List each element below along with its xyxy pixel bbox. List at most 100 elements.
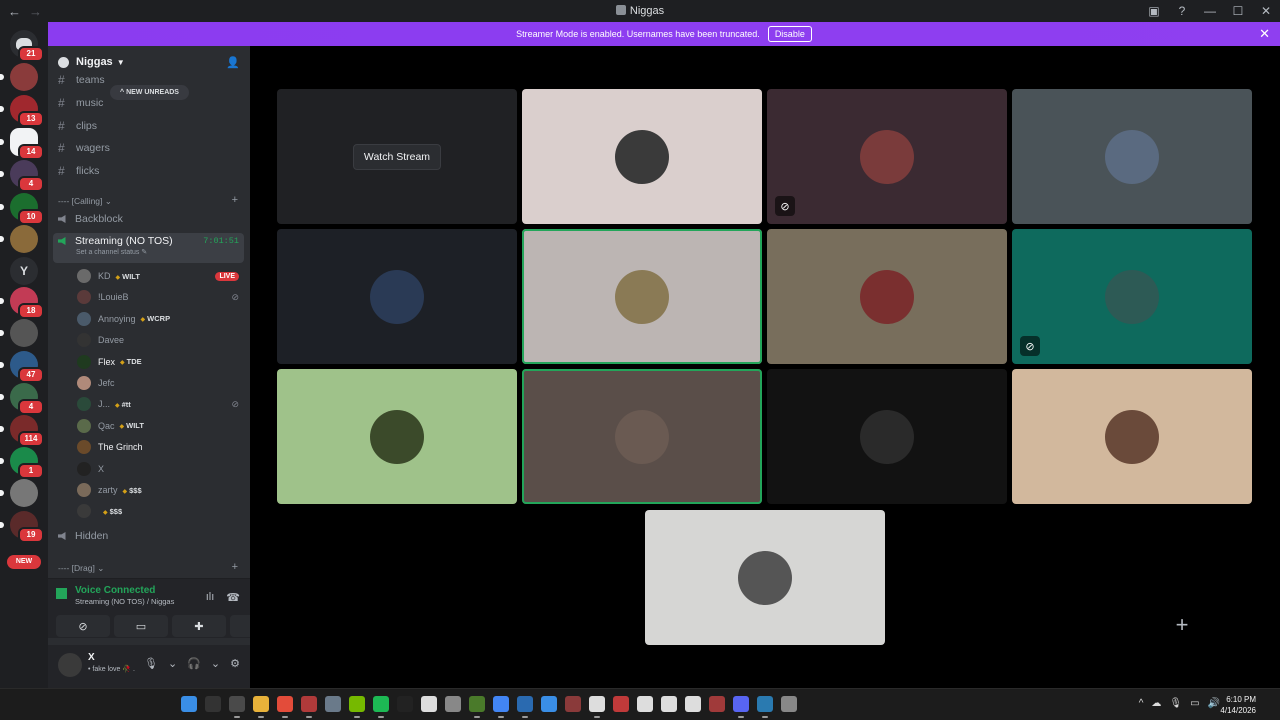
server-icon[interactable]: 18	[0, 287, 44, 319]
network-icon[interactable]: ▭	[1190, 698, 1199, 709]
voice-status[interactable]: Voice Connected	[75, 585, 174, 596]
taskbar-app-icon[interactable]	[277, 696, 293, 718]
server-icon[interactable]: 114	[0, 415, 44, 447]
participant-tile[interactable]: ⊘	[1012, 229, 1252, 364]
taskbar-app-icon[interactable]	[541, 696, 557, 712]
text-channel-wagers[interactable]: # wagers	[58, 140, 110, 156]
back-arrow-icon[interactable]: ←	[8, 4, 21, 19]
taskbar-app-icon[interactable]	[685, 696, 701, 712]
taskbar-app-icon[interactable]	[589, 696, 605, 718]
inbox-icon[interactable]: ▣	[1146, 4, 1162, 18]
voice-member[interactable]: KD WILT LIVE	[77, 268, 239, 284]
taskbar-app-icon[interactable]	[733, 696, 749, 718]
minimize-button[interactable]: —	[1202, 4, 1218, 18]
taskbar-app-icon[interactable]	[469, 696, 485, 718]
taskbar-app-icon[interactable]	[781, 696, 797, 712]
taskbar-app-icon[interactable]	[397, 696, 413, 712]
taskbar-app-icon[interactable]	[373, 696, 389, 718]
new-servers-badge[interactable]: NEW	[7, 555, 41, 569]
forward-arrow-icon[interactable]: →	[29, 4, 42, 19]
stream-tile[interactable]: Watch Stream	[277, 89, 517, 224]
taskbar-app-icon[interactable]	[565, 696, 581, 712]
participant-tile[interactable]	[277, 369, 517, 504]
participant-tile[interactable]: ⊘	[767, 89, 1007, 224]
avatar[interactable]	[58, 653, 82, 677]
voice-channel-hidden[interactable]: Hidden	[58, 530, 108, 542]
participant-tile[interactable]	[277, 229, 517, 364]
server-icon[interactable]: 4	[0, 160, 44, 192]
server-icon[interactable]: 1	[0, 447, 44, 479]
search-icon[interactable]	[205, 696, 221, 712]
server-icon[interactable]: 13	[0, 95, 44, 127]
microphone-icon[interactable]: 🎙	[144, 657, 158, 670]
chevron-down-icon[interactable]: ⌄	[211, 657, 220, 670]
participant-tile[interactable]	[767, 369, 1007, 504]
maximize-button[interactable]: ☐	[1230, 4, 1246, 18]
volume-icon[interactable]: 🔊	[1208, 698, 1220, 709]
participant-tile[interactable]	[1012, 89, 1252, 224]
text-channel-clips[interactable]: # clips	[58, 118, 97, 134]
taskbar-app-icon[interactable]	[349, 696, 365, 718]
text-channel-flicks[interactable]: # flicks	[58, 163, 99, 179]
disable-button[interactable]: Disable	[767, 26, 812, 42]
voice-member[interactable]: zarty $$$	[77, 482, 239, 498]
category-drag[interactable]: ---- [Drag] ⌄	[58, 563, 104, 574]
invite-icon[interactable]: 👤	[226, 56, 240, 69]
user-status[interactable]: • fake love 🥀 .	[88, 665, 135, 673]
microphone-icon[interactable]: 🎙	[1169, 698, 1182, 709]
server-icon[interactable]: 14	[0, 128, 44, 160]
noise-suppression-icon[interactable]: ılı	[206, 591, 215, 604]
voice-member[interactable]: !LouieB ⊘	[77, 289, 239, 305]
taskbar-app-icon[interactable]	[637, 696, 653, 712]
voice-member[interactable]: J... #tt ⊘	[77, 396, 239, 412]
help-icon[interactable]: ?	[1174, 4, 1190, 18]
taskbar-app-icon[interactable]	[325, 696, 341, 712]
participant-tile[interactable]	[522, 89, 762, 224]
server-icon[interactable]: 4	[0, 383, 44, 415]
server-icon[interactable]	[0, 225, 38, 253]
participant-tile[interactable]	[645, 510, 885, 645]
taskbar-app-icon[interactable]	[613, 696, 629, 712]
close-icon[interactable]: ✕	[1259, 26, 1270, 42]
text-channel-teams[interactable]: # teams	[58, 72, 105, 88]
taskbar-app-icon[interactable]	[757, 696, 773, 718]
voice-member[interactable]: X	[77, 461, 239, 477]
taskbar-app-icon[interactable]	[229, 696, 245, 718]
participant-tile[interactable]	[522, 369, 762, 504]
voice-member[interactable]: Annoying WCRP	[77, 311, 239, 327]
taskbar-app-icon[interactable]	[301, 696, 317, 718]
cloud-icon[interactable]: ☁	[1151, 698, 1161, 709]
participant-tile[interactable]	[522, 229, 762, 364]
add-channel-icon[interactable]: +	[232, 561, 238, 573]
home-button[interactable]: 21	[10, 30, 44, 62]
gear-icon[interactable]: ⚙	[230, 657, 240, 670]
taskbar-app-icon[interactable]	[709, 696, 725, 712]
chevron-up-icon[interactable]: ^	[1139, 698, 1144, 709]
watch-stream-button[interactable]: Watch Stream	[352, 143, 442, 170]
participant-tile[interactable]	[767, 229, 1007, 364]
chevron-down-icon[interactable]: ⌄	[168, 657, 177, 670]
user-name[interactable]: X	[88, 652, 95, 663]
add-icon[interactable]: +	[1171, 614, 1193, 636]
start-icon[interactable]	[181, 696, 197, 712]
voice-channel-streaming[interactable]: Streaming (NO TOS) 7:01:51 Set a channel…	[53, 233, 244, 263]
new-unreads-pill[interactable]: ^ NEW UNREADS	[110, 85, 189, 100]
taskbar-app-icon[interactable]	[253, 696, 269, 718]
disconnect-icon[interactable]: ☎	[226, 591, 240, 604]
server-icon[interactable]	[0, 319, 38, 347]
add-channel-icon[interactable]: +	[232, 194, 238, 206]
signal-icon[interactable]	[56, 588, 67, 599]
camera-off-button[interactable]: ⊘	[56, 615, 110, 637]
server-icon[interactable]	[0, 479, 38, 507]
server-icon[interactable]: 47	[0, 351, 44, 383]
server-icon[interactable]: Y	[10, 257, 38, 285]
clock[interactable]: 6:10 PM 4/14/2026	[1220, 694, 1256, 716]
voice-member[interactable]: Flex TDE	[77, 354, 239, 370]
voice-member[interactable]: $$$	[77, 503, 239, 519]
taskbar-app-icon[interactable]	[445, 696, 461, 712]
voice-member[interactable]: Qac WILT	[77, 418, 239, 434]
taskbar-app-icon[interactable]	[661, 696, 677, 712]
close-window-button[interactable]: ✕	[1258, 4, 1274, 18]
category-calling[interactable]: ---- [Calling] ⌄	[58, 196, 112, 207]
voice-location[interactable]: Streaming (NO TOS) / Niggas	[75, 597, 174, 606]
